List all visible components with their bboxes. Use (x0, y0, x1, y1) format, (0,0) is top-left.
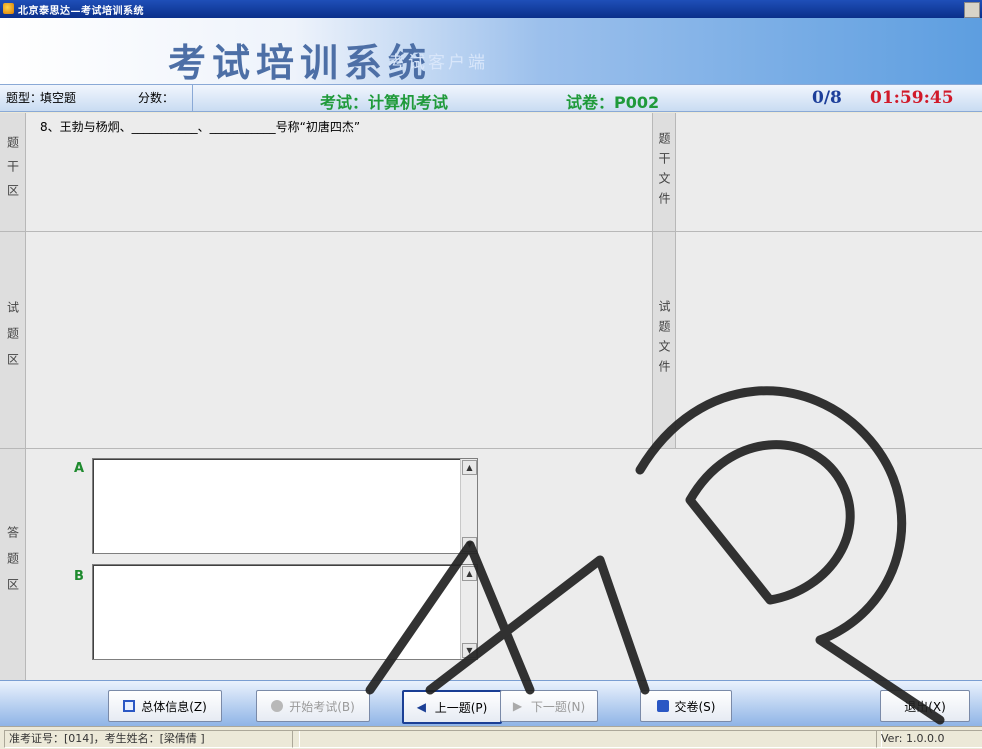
submit-paper-button[interactable]: 交卷(S) (640, 690, 732, 722)
question-area-text: 试题区 (5, 301, 20, 379)
candidate-info: 准考证号：[014]，考生姓名：[梁倩倩 ] (4, 730, 300, 748)
stem-file-label: 题干文件 (652, 113, 676, 231)
app-subtitle: 考试客户端 (388, 53, 488, 73)
start-exam-button[interactable]: 开始考试(B) (256, 690, 370, 722)
question-progress: 0/8 (812, 88, 842, 108)
candidate-id-label: 准考证号： (9, 732, 64, 745)
stem-area-label: 题干区 (0, 113, 26, 231)
prev-question-button[interactable]: ◀ 上一题(P) (402, 690, 502, 724)
candidate-name-label: ，考生姓名： (93, 732, 160, 745)
exit-button-label: 退出(X) (904, 699, 946, 714)
answer-area-text: 答题区 (5, 525, 20, 604)
prev-question-button-label: 上一题(P) (434, 700, 488, 715)
question-file-label: 试题文件 (652, 232, 676, 448)
window-control-button[interactable] (964, 2, 980, 18)
start-exam-button-label: 开始考试(B) (289, 699, 355, 714)
question-type-value: 填空题 (40, 91, 77, 105)
stem-file-area (676, 113, 982, 231)
status-bar: 准考证号：[014]，考生姓名：[梁倩倩 ] Ver: 1.0.0.0 (0, 726, 982, 749)
summary-icon (123, 700, 136, 712)
version-text: Ver: 1.0.0.0 (881, 732, 945, 745)
answer-label-b: B (74, 569, 84, 584)
question-file-text: 试题文件 (657, 300, 671, 380)
countdown-timer: 01:59:45 (870, 88, 954, 108)
prev-arrow-icon: ◀ (416, 700, 426, 714)
exam-name: 考试：计算机考试 (320, 93, 449, 112)
banner: 考试培训系统 考试客户端 (0, 18, 982, 85)
answer-area-label: 答题区 (0, 449, 26, 680)
stem-file-text: 题干文件 (657, 132, 671, 212)
score-label: 分数： (138, 91, 175, 105)
summary-button[interactable]: 总体信息(Z) (108, 690, 222, 722)
question-text: 8、王勃与杨炯、___________、___________号称“初唐四杰” (40, 120, 361, 134)
answer-label-a: A (74, 461, 85, 476)
submit-icon (656, 700, 669, 712)
version-info: Ver: 1.0.0.0 (876, 730, 982, 748)
window-title: 北京泰思达—考试培训系统 (18, 6, 144, 17)
exit-button[interactable]: 退出(X) (880, 690, 970, 722)
status-segment (292, 730, 882, 748)
question-area-label: 试题区 (0, 232, 26, 448)
scroll-up-icon[interactable]: ▲ (462, 566, 477, 581)
scroll-up-icon[interactable]: ▲ (462, 460, 477, 475)
scroll-down-icon[interactable]: ▼ (462, 643, 477, 658)
app-icon (3, 3, 14, 14)
exam-info-bar: 题型： 填空题 分数： 考试：计算机考试 试卷：P002 0/8 01:59:4… (0, 84, 982, 112)
summary-button-label: 总体信息(Z) (141, 699, 207, 714)
candidate-name-value: [梁倩倩 ] (159, 732, 205, 745)
paper-id: 试卷：P002 (566, 93, 660, 112)
question-file-area (676, 232, 982, 448)
scroll-down-icon[interactable]: ▼ (462, 537, 477, 552)
start-icon (271, 700, 284, 712)
next-question-button-label: 下一题(N) (530, 699, 586, 714)
title-bar[interactable]: 北京泰思达—考试培训系统 (0, 0, 982, 18)
candidate-id-value: [014] (64, 732, 94, 745)
answer-input-a[interactable]: ▲ ▼ (92, 458, 478, 554)
info-divider (192, 85, 193, 112)
stem-area-text: 题干区 (5, 136, 20, 208)
answer-input-b[interactable]: ▲ ▼ (92, 564, 478, 660)
scrollbar[interactable]: ▲ ▼ (460, 459, 477, 553)
question-type-label: 题型： (6, 91, 43, 105)
scrollbar[interactable]: ▲ ▼ (460, 565, 477, 659)
bottom-toolbar: 总体信息(Z) 开始考试(B) ◀ 上一题(P) ▶ 下一题(N) 交卷(S) … (0, 680, 982, 726)
submit-paper-button-label: 交卷(S) (674, 699, 716, 714)
question-area (26, 232, 652, 448)
next-question-button[interactable]: ▶ 下一题(N) (500, 690, 598, 722)
next-arrow-icon: ▶ (512, 699, 523, 713)
